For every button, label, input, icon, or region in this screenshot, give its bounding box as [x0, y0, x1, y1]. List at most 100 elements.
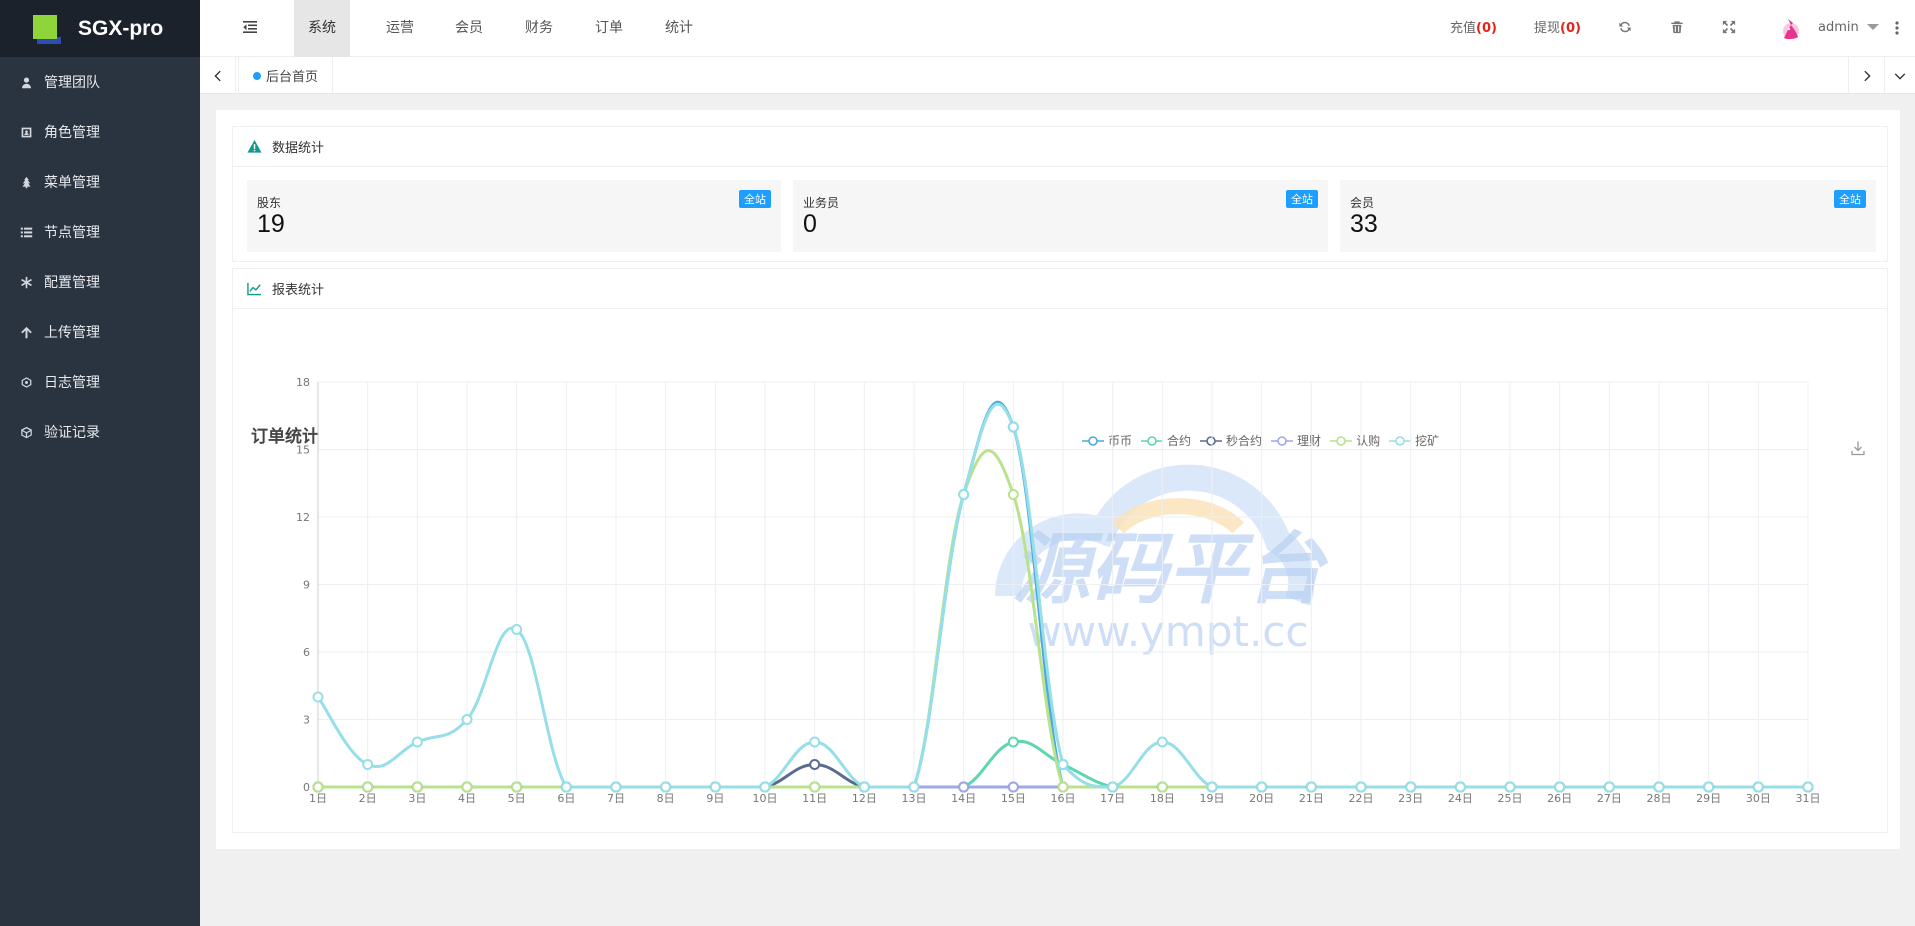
y-tick-label: 12 — [296, 511, 310, 524]
x-tick-label: 26日 — [1547, 792, 1572, 805]
sidebar-item-label: 角色管理 — [44, 125, 100, 141]
sidebar-item-menus[interactable]: 菜单管理 — [0, 157, 200, 207]
data-point — [1653, 781, 1665, 793]
sidebar-item-nodes[interactable]: 节点管理 — [0, 207, 200, 257]
sidebar-item-label: 日志管理 — [44, 375, 100, 391]
data-point — [411, 736, 423, 748]
sidebar-item-verify[interactable]: 验证记录 — [0, 407, 200, 457]
x-tick-label: 27日 — [1597, 792, 1622, 805]
sidebar-item-roles[interactable]: 角色管理 — [0, 107, 200, 157]
x-tick-label: 14日 — [951, 792, 976, 805]
tab-menu-chevron-icon[interactable] — [1884, 57, 1915, 94]
data-point — [362, 781, 374, 793]
tab-bar: 后台首页 — [200, 57, 1915, 94]
x-tick-label: 23日 — [1398, 792, 1423, 805]
data-point — [1405, 781, 1417, 793]
x-tick-label: 21日 — [1299, 792, 1324, 805]
data-point — [1802, 781, 1814, 793]
data-point — [1007, 736, 1019, 748]
x-tick-label: 30日 — [1746, 792, 1771, 805]
data-point — [759, 781, 771, 793]
sidebar: SGX-pro 管理团队 角色管理 菜单管理 节点管理 配置管理 上传管理 日志… — [0, 0, 200, 926]
x-tick-label: 29日 — [1696, 792, 1721, 805]
data-point — [1007, 489, 1019, 500]
x-tick-label: 28日 — [1647, 792, 1672, 805]
data-point — [660, 781, 672, 793]
tab-scroll-right-icon[interactable] — [1848, 57, 1884, 94]
x-tick-label: 16日 — [1051, 792, 1076, 805]
sidebar-item-label: 菜单管理 — [44, 175, 100, 191]
data-point — [809, 759, 821, 770]
sidebar-item-config[interactable]: 配置管理 — [0, 257, 200, 307]
x-tick-label: 9日 — [706, 792, 724, 805]
data-point — [1107, 781, 1119, 793]
brand-logo-icon — [33, 15, 61, 44]
x-tick-label: 11日 — [802, 792, 827, 805]
withdraw-link[interactable]: 提现(0) — [1534, 0, 1581, 57]
topnav-operation[interactable]: 运营 — [380, 0, 420, 57]
withdraw-label: 提现 — [1534, 21, 1561, 36]
tab-scroll-left-icon[interactable] — [200, 57, 236, 94]
chevron-down-icon[interactable] — [1867, 24, 1879, 30]
x-tick-label: 5日 — [508, 792, 526, 805]
data-point — [1752, 781, 1764, 793]
data-point — [1007, 781, 1019, 793]
trash-icon[interactable] — [1670, 20, 1686, 36]
data-point — [362, 759, 374, 770]
data-point — [461, 781, 473, 793]
topnav-stats[interactable]: 统计 — [659, 0, 699, 57]
x-tick-label: 19日 — [1200, 792, 1225, 805]
brand-title: SGX-pro — [78, 16, 164, 40]
y-tick-label: 6 — [303, 646, 310, 659]
topnav-order[interactable]: 订单 — [589, 0, 629, 57]
avatar[interactable] — [1778, 16, 1804, 42]
x-tick-label: 20日 — [1249, 792, 1274, 805]
data-point — [958, 781, 970, 793]
order-line-chart: 03691215181日 2日 3日 4日 5日 6日 7日 8日 9日 10日 11日 12日 13日… — [296, 376, 1821, 805]
y-tick-label: 3 — [303, 714, 310, 727]
sidebar-menu: 管理团队 角色管理 菜单管理 节点管理 配置管理 上传管理 日志管理 验证记录 — [0, 57, 200, 457]
data-point — [1057, 759, 1069, 770]
sidebar-toggle-icon[interactable] — [242, 19, 260, 37]
y-tick-label: 15 — [296, 444, 310, 457]
data-point — [809, 736, 821, 748]
data-point — [1504, 781, 1516, 793]
x-tick-label: 6日 — [557, 792, 575, 805]
sidebar-item-upload[interactable]: 上传管理 — [0, 307, 200, 357]
data-point — [1454, 781, 1466, 793]
sidebar-item-label: 上传管理 — [44, 325, 100, 341]
data-point — [1554, 781, 1566, 793]
sidebar-item-team[interactable]: 管理团队 — [0, 57, 200, 107]
x-tick-label: 3日 — [408, 792, 426, 805]
tab-home[interactable]: 后台首页 — [238, 57, 334, 94]
sidebar-item-label: 节点管理 — [44, 225, 100, 241]
x-tick-label: 12日 — [852, 792, 877, 805]
topnav-finance[interactable]: 财务 — [519, 0, 559, 57]
topnav-system[interactable]: 系统 — [294, 0, 350, 57]
fullscreen-icon[interactable] — [1722, 20, 1738, 36]
data-point — [1703, 781, 1715, 793]
data-point — [1603, 781, 1615, 793]
more-vertical-icon[interactable] — [1894, 18, 1900, 38]
upload-icon — [19, 325, 33, 339]
data-point — [908, 781, 920, 793]
topnav-member[interactable]: 会员 — [449, 0, 489, 57]
user-menu[interactable]: admin — [1818, 0, 1859, 55]
data-point — [1007, 421, 1019, 433]
brand[interactable]: SGX-pro — [0, 0, 200, 57]
data-point — [1355, 781, 1367, 793]
top-bar: 系统 运营 会员 财务 订单 统计 充值(0) 提现(0) admin — [200, 0, 1915, 57]
refresh-icon[interactable] — [1618, 20, 1634, 36]
x-tick-label: 2日 — [359, 792, 377, 805]
sidebar-item-logs[interactable]: 日志管理 — [0, 357, 200, 407]
x-tick-label: 17日 — [1100, 792, 1125, 805]
recharge-count: (0) — [1476, 21, 1497, 36]
data-point — [809, 781, 821, 793]
list-icon — [19, 225, 33, 239]
data-point — [461, 714, 473, 725]
data-point — [1156, 736, 1168, 748]
data-point — [411, 781, 423, 793]
main-content: 数据统计 股东 19 全站 业务员 0 全站 会员 33 全站 报表统计 订单统… — [216, 110, 1900, 849]
data-point — [511, 781, 523, 793]
recharge-link[interactable]: 充值(0) — [1450, 0, 1497, 57]
